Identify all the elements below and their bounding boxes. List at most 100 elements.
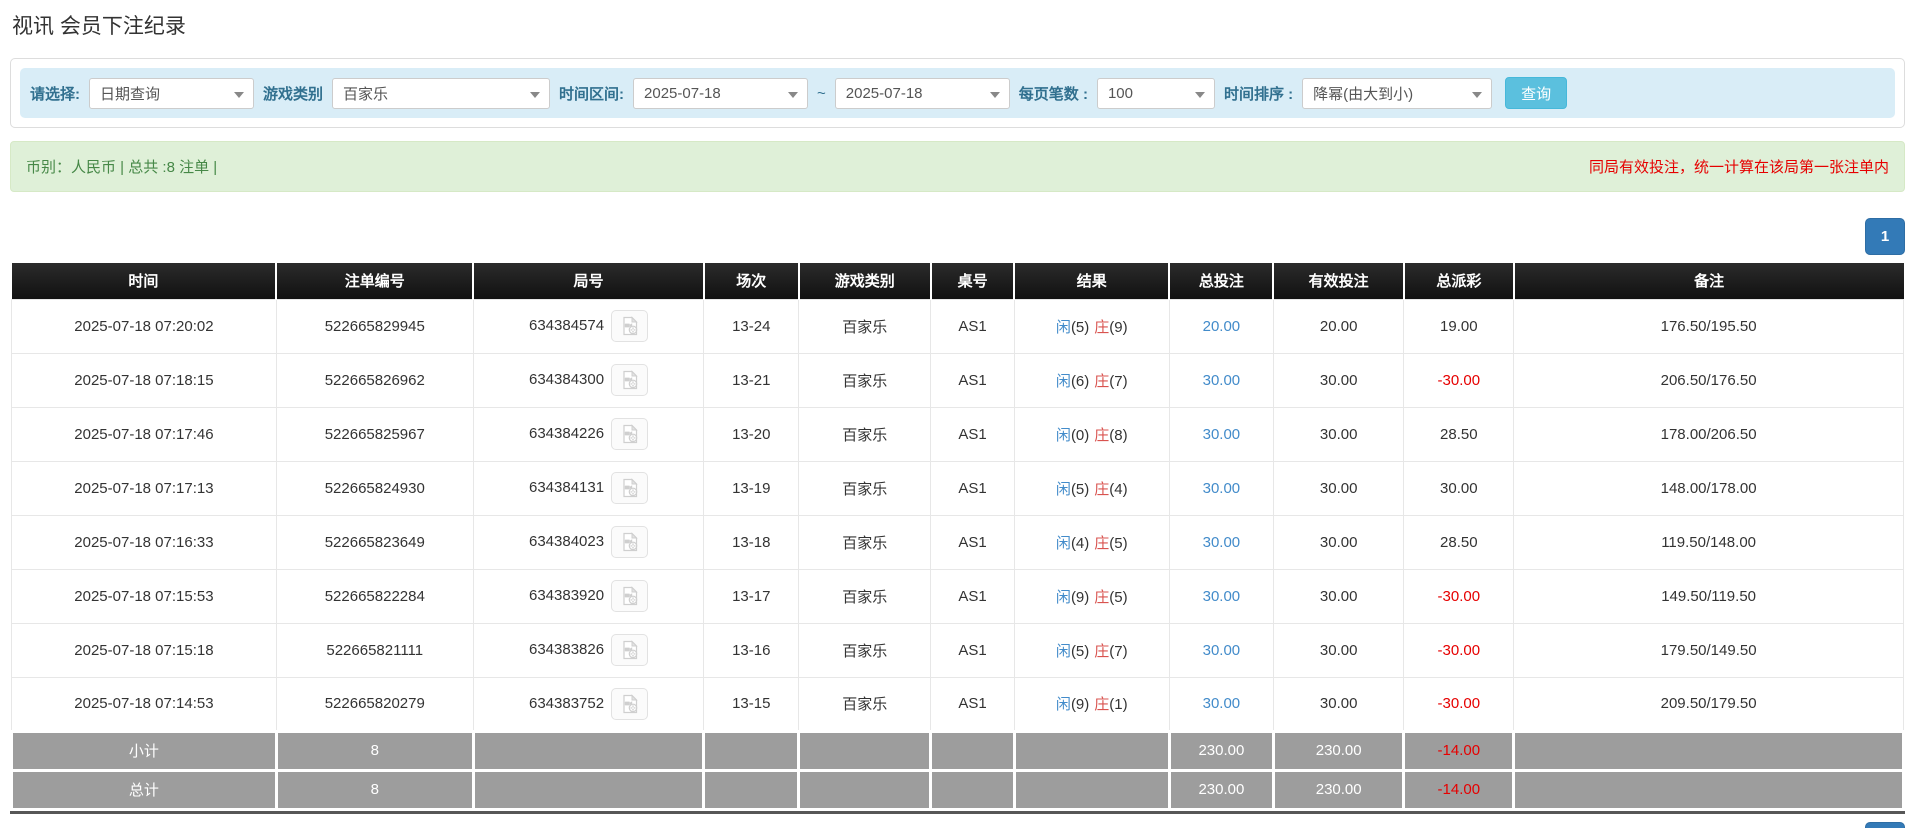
video-file-icon <box>622 693 638 713</box>
query-type-select[interactable]: 日期查询 <box>89 77 254 109</box>
remark-cell: 206.50/176.50 <box>1513 352 1904 408</box>
session-cell: 13-15 <box>703 676 800 732</box>
result-cell: 闲(6) 庄(7) <box>1013 352 1170 408</box>
total-total-bet: 230.00 <box>1167 768 1275 811</box>
total-bet-cell: 30.00 <box>1168 406 1274 462</box>
total-bet-link[interactable]: 30.00 <box>1203 534 1241 551</box>
round-no-cell: 634383920 <box>472 568 705 624</box>
game-category-cell: 百家乐 <box>798 568 932 624</box>
total-bet-link[interactable]: 30.00 <box>1203 426 1241 443</box>
total-count: 8 <box>274 768 475 811</box>
video-record-button[interactable] <box>611 310 649 342</box>
valid-bet-cell: 20.00 <box>1272 298 1405 354</box>
header-round-no: 局号 <box>473 263 705 299</box>
page-button-1[interactable]: 1 <box>1865 218 1905 255</box>
time-sort-select[interactable]: 降幂(由大到小) <box>1302 77 1493 109</box>
session-cell: 13-20 <box>703 406 800 462</box>
total-bet-link[interactable]: 20.00 <box>1203 318 1241 335</box>
total-bet-link[interactable]: 30.00 <box>1203 372 1241 389</box>
result-player-label: 闲 <box>1055 588 1071 606</box>
payout-cell: 28.50 <box>1403 406 1515 462</box>
session-cell: 13-17 <box>703 568 800 624</box>
table-row: 2025-07-18 07:15:18 522665821111 6343838… <box>11 622 1904 678</box>
result-player-value: (5) <box>1070 642 1090 660</box>
valid-bet-cell: 30.00 <box>1272 460 1405 516</box>
subtotal-label: 小计 <box>10 729 278 772</box>
round-no-value: 634384300 <box>529 370 605 388</box>
result-banker-value: (1) <box>1109 696 1128 713</box>
video-record-button[interactable] <box>611 472 649 504</box>
result-banker-label: 庄 <box>1094 534 1110 552</box>
chevron-down-icon <box>788 91 799 98</box>
header-remark: 备注 <box>1513 263 1904 299</box>
result-banker-label: 庄 <box>1094 372 1110 390</box>
total-bet-link[interactable]: 30.00 <box>1203 588 1241 605</box>
result-player-value: (4) <box>1070 534 1090 552</box>
video-record-button[interactable] <box>611 526 649 558</box>
video-file-icon <box>622 586 638 606</box>
result-banker-label: 庄 <box>1094 696 1110 713</box>
payout-cell: 28.50 <box>1403 514 1515 570</box>
total-bet-link[interactable]: 30.00 <box>1203 642 1241 659</box>
header-total-bet: 总投注 <box>1169 263 1275 299</box>
total-bet-link[interactable]: 30.00 <box>1203 695 1241 712</box>
result-banker-value: (5) <box>1109 588 1128 606</box>
video-record-button[interactable] <box>611 364 649 396</box>
result-banker-value: (9) <box>1109 318 1128 336</box>
result-player-value: (0) <box>1070 426 1090 444</box>
summary-currency-total: 币别：人民币 | 总共 :8 注单 | <box>26 159 218 176</box>
video-file-icon <box>622 316 638 336</box>
result-banker-value: (7) <box>1109 642 1128 660</box>
pagination-bottom: 1 <box>10 821 1905 828</box>
valid-bet-cell: 30.00 <box>1272 514 1405 570</box>
table-no-cell: AS1 <box>930 676 1015 732</box>
payout-cell: -30.00 <box>1403 568 1515 624</box>
video-record-button[interactable] <box>611 580 649 612</box>
table-row: 2025-07-18 07:14:53 522665820279 6343837… <box>11 676 1904 732</box>
payout-cell: -30.00 <box>1403 622 1515 678</box>
round-no-value: 634384226 <box>529 424 605 442</box>
header-session: 场次 <box>703 263 800 299</box>
game-category-label: 游戏类别 <box>263 85 324 103</box>
game-category-select[interactable]: 百家乐 <box>332 77 551 109</box>
round-no-cell: 634384131 <box>472 460 705 516</box>
footer-row-total: 总计 8 230.00 230.00 -14.00 <box>10 768 1905 811</box>
chevron-down-icon <box>1472 91 1483 98</box>
valid-bet-cell: 30.00 <box>1272 406 1405 462</box>
total-valid-bet: 230.00 <box>1271 768 1406 811</box>
video-file-icon <box>622 478 638 498</box>
round-no-value: 634384574 <box>529 316 605 334</box>
round-no-cell: 634384023 <box>472 514 705 570</box>
round-no-value: 634384023 <box>529 532 605 550</box>
result-player-value: (5) <box>1070 480 1090 498</box>
date-from-select[interactable]: 2025-07-18 <box>633 77 809 109</box>
table-no-cell: AS1 <box>930 568 1015 624</box>
game-category-value: 百家乐 <box>343 85 389 103</box>
round-no-value: 634383752 <box>529 694 605 712</box>
date-to-value: 2025-07-18 <box>845 84 923 102</box>
result-cell: 闲(9) 庄(5) <box>1013 568 1170 624</box>
game-category-cell: 百家乐 <box>798 622 932 678</box>
round-no-cell: 634384226 <box>472 406 705 462</box>
date-to-select[interactable]: 2025-07-18 <box>834 77 1010 109</box>
round-no-value: 634383920 <box>529 586 605 604</box>
filter-bar: 请选择: 日期查询 游戏类别 百家乐 时间区间: 2025-07-18 ~ 20… <box>20 68 1895 118</box>
total-bet-cell: 20.00 <box>1168 298 1274 354</box>
valid-bet-cell: 30.00 <box>1272 352 1405 408</box>
header-order-no: 注单编号 <box>276 263 475 299</box>
total-bet-link[interactable]: 30.00 <box>1203 480 1241 497</box>
page-button-1-bottom[interactable]: 1 <box>1865 821 1905 828</box>
search-button[interactable]: 查询 <box>1505 77 1568 109</box>
result-player-label: 闲 <box>1055 480 1071 498</box>
result-banker-value: (8) <box>1109 426 1128 444</box>
time-cell: 2025-07-18 07:20:02 <box>11 298 277 354</box>
total-bet-cell: 30.00 <box>1168 460 1274 516</box>
result-player-label: 闲 <box>1055 372 1071 390</box>
video-record-button[interactable] <box>611 687 649 720</box>
video-record-button[interactable] <box>611 418 649 450</box>
video-record-button[interactable] <box>611 634 649 666</box>
order-no-cell: 522665825967 <box>275 406 474 462</box>
table-no-cell: AS1 <box>930 622 1015 678</box>
subtotal-valid-bet: 230.00 <box>1271 729 1406 772</box>
page-size-select[interactable]: 100 <box>1096 77 1215 109</box>
